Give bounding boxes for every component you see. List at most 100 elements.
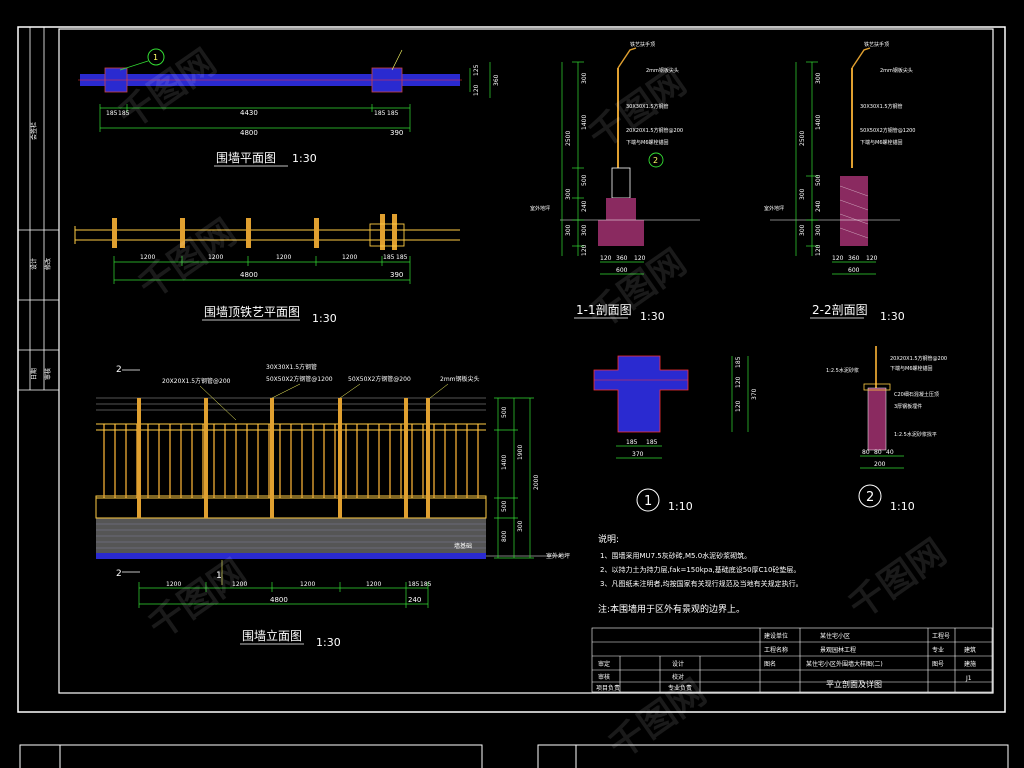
d2-hdim-total: 200 — [874, 461, 886, 468]
section-2-2: 300 1400 2500 500 300 240 300 300 120 12… — [764, 41, 915, 323]
notes-highlight: 注:本围墙用于区外有景观的边界上。 — [598, 603, 745, 615]
d2-label-4: 3厚钢板埋件 — [894, 403, 922, 410]
s22-hdim-1: 360 — [848, 255, 860, 262]
detail-2: 20X20X1.5方钢管@200 1:2.5水泥砂浆 下端与M6螺栓锚固 C20… — [826, 346, 947, 513]
elev-hdim-2: 1200 — [300, 581, 315, 588]
plan-vdim-1: 360 — [493, 74, 500, 86]
s22-vdim-8: 120 — [815, 244, 822, 256]
elev-label-decor: 50X50X2方钢管@1200 — [266, 375, 333, 383]
notes-heading: 说明: — [598, 533, 619, 545]
d1-vdim-2: 120 — [735, 400, 742, 412]
s11-vdim-4: 300 — [565, 188, 572, 200]
s22-vdim-0: 300 — [815, 72, 822, 84]
elev-hdim-5: 185 — [420, 581, 432, 588]
d2-hdim-1: 80 — [874, 449, 882, 456]
s22-vdim-2: 2500 — [799, 131, 806, 146]
plan-dim-2: 4430 — [240, 109, 258, 117]
plan-vdim-0: 125 — [473, 64, 480, 76]
elevation-scale: 1:30 — [316, 636, 341, 649]
iron-dim-2: 1200 — [276, 254, 291, 261]
s22-vdim-1: 1400 — [815, 115, 822, 130]
watermark-4: 千图网 — [142, 552, 254, 648]
tb-row1-2: 工程号 — [932, 632, 950, 640]
elev-label-mid-tube: 30X30X1.5方钢管 — [266, 363, 317, 371]
iron-dim-5: 185 — [396, 254, 408, 261]
watermark-0: 千图网 — [112, 42, 224, 138]
d1-vdim-0: 185 — [735, 356, 742, 368]
sidebar-label-2: 修改 — [44, 258, 52, 270]
plan-dim-total: 4800 — [240, 129, 258, 137]
elev-vdim-2: 1900 — [517, 445, 524, 460]
s22-label-top: 铁艺扶手顶 — [864, 41, 889, 48]
s22-hdim-0: 120 — [832, 255, 844, 262]
sidebar-strip: 会签栏 设计 修改 日期 审核 — [18, 27, 59, 391]
detail2-scale: 1:10 — [890, 500, 915, 513]
tb-row2-3: 建筑 — [964, 646, 976, 654]
d2-label-5: 1:2.5水泥砂浆找平 — [894, 431, 937, 438]
iron-plan-scale: 1:30 — [312, 312, 337, 325]
detail1-number: 1 — [644, 494, 652, 509]
elev-vdim-0: 500 — [501, 406, 508, 418]
tb-row2-0: 工程名称 — [764, 646, 788, 654]
tb-row2-2: 专业 — [932, 646, 944, 654]
tb-project-b: 景观园林工程 — [820, 646, 856, 654]
plan-vdim-2: 120 — [473, 84, 480, 96]
plan-dim-3: 185 — [374, 110, 386, 117]
s11-vdim-7: 300 — [565, 224, 572, 236]
d1-hdim-total: 370 — [632, 451, 644, 458]
elev-vdim-1: 1400 — [501, 455, 508, 470]
s22-vdim-5: 240 — [815, 200, 822, 212]
s22-label-anchor: 下端与M6螺栓锚固 — [860, 139, 903, 146]
elev-marker-bottom: 2 — [116, 569, 122, 579]
d1-vdim-3: 370 — [751, 388, 758, 400]
d2-label-0: 20X20X1.5方钢管@200 — [890, 355, 947, 362]
sidebar-label-1: 设计 — [30, 258, 38, 270]
s11-vdim-8: 120 — [581, 244, 588, 256]
cad-drawing: 会签栏 设计 修改 日期 审核 1 185 185 4430 185 185 4 — [17, 26, 1009, 768]
s11-vdim-0: 300 — [581, 72, 588, 84]
iron-dim-total: 4800 — [240, 271, 258, 279]
d1-vdim-1: 120 — [735, 376, 742, 388]
s11-vdim-3: 500 — [581, 174, 588, 186]
section11-scale: 1:30 — [640, 310, 665, 323]
s22-hdim-3: 600 — [848, 267, 860, 274]
tb-row1-0: 建设单位 — [764, 632, 788, 640]
sidebar-label-0: 会签栏 — [30, 122, 38, 140]
elev-hdim-4: 185 — [408, 581, 420, 588]
detail-1: 185 120 120 370 185 185 370 1 1:10 — [593, 355, 758, 513]
d1-hdim-0: 185 — [626, 439, 638, 446]
s22-label-tube50: 50X50X2方钢管@1200 — [860, 127, 915, 134]
next-sheets-partial — [19, 744, 1009, 768]
tb-role-2: 项目负责 — [596, 684, 620, 692]
s11-label-ground: 室外地坪 — [530, 205, 550, 212]
plan-title: 围墙平面图 — [216, 151, 276, 165]
d1-hdim-1: 185 — [646, 439, 658, 446]
sidebar-label-4: 审核 — [44, 368, 52, 380]
plan-scale: 1:30 — [292, 152, 317, 165]
elev-vdim-5: 300 — [517, 520, 524, 532]
elev-label-tip: 2mm钢板尖头 — [440, 375, 480, 383]
tb-role-0: 审定 — [598, 660, 610, 668]
tb-role-3: 设计 — [672, 660, 684, 668]
notes-block: 说明: 1、围墙采用MU7.5灰砂砖,M5.0水泥砂浆砌筑。 2、以持力土为持力… — [598, 533, 803, 615]
elev-hdim-right: 240 — [408, 596, 421, 604]
iron-dim-right: 390 — [390, 271, 403, 279]
s22-vdim-7: 300 — [799, 224, 806, 236]
tb-project-c: 某住宅小区外围墙大样图(二) — [806, 660, 883, 668]
tb-project-a: 某住宅小区 — [820, 632, 850, 640]
tb-role-1: 审核 — [598, 673, 610, 681]
iron-plan-view: 1200 1200 1200 1200 185 185 4800 390 围墙顶… — [74, 214, 460, 325]
d2-hdim-2: 40 — [886, 449, 894, 456]
s11-vdim-2: 2500 — [565, 131, 572, 146]
detail1-scale: 1:10 — [668, 500, 693, 513]
s22-vdim-4: 300 — [799, 188, 806, 200]
s11-callout: 2 — [653, 156, 658, 165]
title-block-text: 建设单位 工程号 工程名称 专业 建筑 图名 图号 建施 某住宅小区 景观园林工… — [596, 632, 976, 692]
plan-callout-number: 1 — [153, 53, 158, 62]
d2-label-2: 下端与M6螺栓锚固 — [890, 365, 933, 372]
s22-label-ground: 室外地坪 — [764, 205, 784, 212]
plan-dim-right: 390 — [390, 129, 403, 137]
detail2-number: 2 — [866, 490, 874, 505]
sidebar-label-3: 日期 — [30, 368, 38, 380]
iron-dim-4: 185 — [383, 254, 395, 261]
